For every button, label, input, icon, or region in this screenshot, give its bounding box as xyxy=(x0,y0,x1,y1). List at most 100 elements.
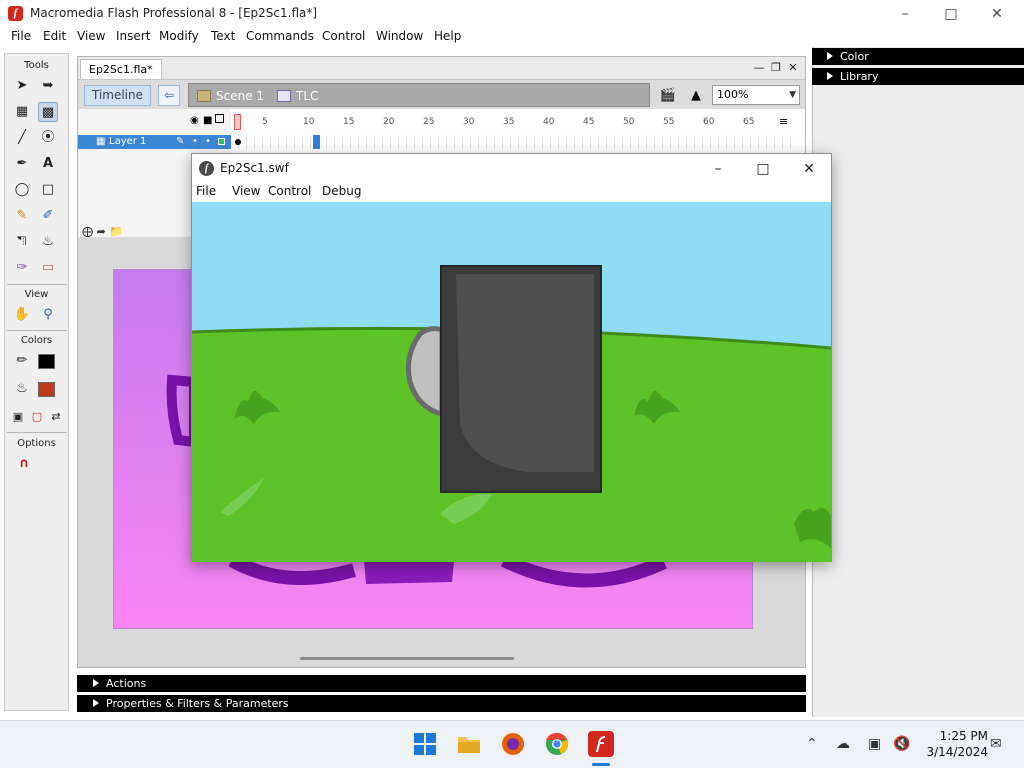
stroke-color-swatch[interactable] xyxy=(38,354,55,369)
menu-insert[interactable]: Insert xyxy=(116,29,150,43)
menu-modify[interactable]: Modify xyxy=(159,29,199,43)
frame-ruler[interactable]: 5 10 15 20 25 30 35 40 45 50 55 60 65 ≡ xyxy=(231,113,791,131)
timeline-menu-icon[interactable]: ≡ xyxy=(779,115,788,128)
cloud-sync-icon[interactable]: ☁ xyxy=(836,736,850,752)
doc-close-icon[interactable]: ✕ xyxy=(785,60,801,76)
edit-symbols-icon[interactable]: ▲ xyxy=(684,85,708,106)
line-tool-icon[interactable]: ╱ xyxy=(12,128,32,148)
eye-icon[interactable]: ◉ xyxy=(190,115,199,126)
frame-cells[interactable] xyxy=(231,135,791,149)
player-menu-view[interactable]: View xyxy=(232,184,260,198)
player-minimize-button[interactable]: – xyxy=(696,158,740,180)
library-panel-label: Library xyxy=(840,70,879,83)
doc-restore-icon[interactable]: ❐ xyxy=(768,60,784,76)
pencil-tool-icon[interactable]: ✎ xyxy=(12,206,32,226)
menu-file[interactable]: File xyxy=(11,29,31,43)
subselection-tool-icon[interactable]: ➥ xyxy=(38,76,58,96)
edit-scene-icon[interactable]: 🎬 xyxy=(656,85,680,106)
player-menu-control[interactable]: Control xyxy=(268,184,311,198)
file-explorer-icon[interactable] xyxy=(456,731,482,757)
actions-panel-header[interactable]: Actions xyxy=(77,675,806,692)
options-label: Options xyxy=(17,438,56,449)
clock-time[interactable]: 1:25 PM xyxy=(928,729,988,743)
playhead[interactable] xyxy=(234,114,241,130)
menu-edit[interactable]: Edit xyxy=(43,29,66,43)
frame-tick: 55 xyxy=(663,117,675,127)
lock-icon[interactable]: ■ xyxy=(203,115,212,126)
horizontal-scrollbar[interactable] xyxy=(300,657,514,660)
snap-magnet-icon[interactable]: ∩ xyxy=(14,454,34,474)
timeline-toggle-button[interactable]: Timeline xyxy=(84,85,151,106)
color-panel-header[interactable]: Color xyxy=(812,48,1024,65)
lock-dot-icon[interactable]: • xyxy=(205,135,211,149)
layer-row[interactable]: ▦ Layer 1 ✎ • • xyxy=(78,135,231,149)
zoom-select[interactable]: 100% ▼ xyxy=(712,85,800,105)
brush-tool-icon[interactable]: ✐ xyxy=(38,206,58,226)
paint-bucket-tool-icon[interactable]: ♨ xyxy=(38,232,58,252)
selected-frame[interactable] xyxy=(313,135,320,149)
fill-color-icon: ♨ xyxy=(16,381,28,396)
app-title: Macromedia Flash Professional 8 - [Ep2Sc… xyxy=(30,6,318,20)
fill-color-swatch[interactable] xyxy=(38,382,55,397)
chevron-up-icon[interactable]: ⌃ xyxy=(806,736,818,752)
zoom-tool-icon[interactable]: ⚲ xyxy=(38,305,58,325)
free-transform-tool-icon[interactable]: ▦ xyxy=(12,102,32,122)
back-arrow-icon[interactable]: ⇦ xyxy=(158,85,180,106)
visibility-dot-icon[interactable]: • xyxy=(192,135,198,149)
rectangle-tool-icon[interactable]: □ xyxy=(38,180,58,200)
oval-tool-icon[interactable]: ◯ xyxy=(12,180,32,200)
doc-minimize-icon[interactable]: — xyxy=(751,60,767,76)
text-tool-icon[interactable]: A xyxy=(38,154,58,174)
keyframe-dot[interactable] xyxy=(235,139,241,145)
card-highlight xyxy=(456,274,594,472)
chrome-icon[interactable] xyxy=(544,731,570,757)
notifications-icon[interactable]: ✉ xyxy=(990,736,1002,752)
breadcrumb-scene[interactable]: Scene 1 xyxy=(197,87,264,105)
no-color-icon[interactable]: ▢ xyxy=(27,407,47,427)
player-menu-file[interactable]: File xyxy=(196,184,216,198)
lasso-tool-icon[interactable]: ⦿ xyxy=(38,128,58,148)
fill-transform-tool-icon[interactable]: ▩ xyxy=(38,102,58,122)
player-close-button[interactable]: ✕ xyxy=(787,158,831,180)
close-button[interactable]: ✕ xyxy=(974,3,1020,25)
swap-colors-icon[interactable]: ⇄ xyxy=(46,407,66,427)
flash-player-icon: f xyxy=(199,161,214,176)
black-white-icon[interactable]: ▣ xyxy=(8,407,28,427)
menu-help[interactable]: Help xyxy=(434,29,461,43)
menu-text[interactable]: Text xyxy=(211,29,235,43)
network-icon[interactable]: ▣ xyxy=(868,736,881,752)
flash-taskbar-icon[interactable] xyxy=(588,731,614,757)
volume-muted-icon[interactable]: 🔇 xyxy=(893,736,910,752)
expand-arrow-icon xyxy=(93,679,99,687)
clapper-icon xyxy=(197,90,211,102)
expand-arrow-icon xyxy=(827,72,833,80)
windows-start-icon[interactable] xyxy=(412,731,438,757)
menu-bar: File Edit View Insert Modify Text Comman… xyxy=(0,27,1024,47)
view-label: View xyxy=(24,289,49,300)
menu-window[interactable]: Window xyxy=(376,29,423,43)
document-tab[interactable]: Ep2Sc1.fla* xyxy=(80,59,162,79)
player-menu-debug[interactable]: Debug xyxy=(322,184,361,198)
swf-scene[interactable] xyxy=(192,202,831,562)
menu-commands[interactable]: Commands xyxy=(246,29,314,43)
library-panel-header[interactable]: Library xyxy=(812,68,1024,85)
breadcrumb-symbol[interactable]: TLC xyxy=(277,87,318,105)
selection-tool-icon[interactable]: ➤ xyxy=(12,76,32,96)
hand-tool-icon[interactable]: ✋ xyxy=(12,305,32,325)
ink-bottle-tool-icon[interactable]: ⛠ xyxy=(12,232,32,252)
eyedropper-tool-icon[interactable]: ✑ xyxy=(12,258,32,278)
firefox-icon[interactable] xyxy=(500,731,526,757)
menu-view[interactable]: View xyxy=(77,29,105,43)
maximize-button[interactable]: □ xyxy=(928,3,974,25)
menu-control[interactable]: Control xyxy=(322,29,365,43)
eraser-tool-icon[interactable]: ▭ xyxy=(38,258,58,278)
player-maximize-button[interactable]: □ xyxy=(741,158,785,180)
outline-icon[interactable] xyxy=(215,114,224,123)
frame-tick: 40 xyxy=(543,117,555,127)
clock-date[interactable]: 3/14/2024 xyxy=(920,745,988,759)
properties-panel-header[interactable]: Properties & Filters & Parameters xyxy=(77,695,806,712)
layer-type-icon: ▦ xyxy=(96,136,106,147)
pen-tool-icon[interactable]: ✒ xyxy=(12,154,32,174)
minimize-button[interactable]: – xyxy=(882,3,928,25)
layer-color-swatch[interactable] xyxy=(218,138,225,145)
